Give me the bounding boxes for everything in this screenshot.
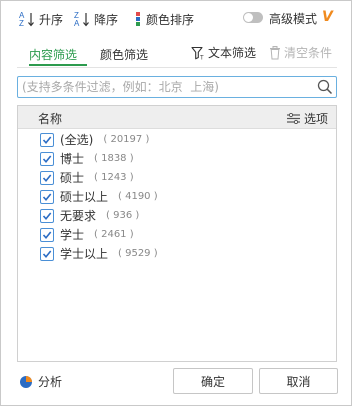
sort-descending-icon: Z A bbox=[74, 11, 89, 27]
svg-text:Z: Z bbox=[19, 19, 24, 27]
list-item-count: ( 1838 ) bbox=[94, 153, 134, 164]
checkbox[interactable] bbox=[40, 170, 54, 185]
checkbox[interactable] bbox=[40, 132, 54, 147]
vip-icon: V bbox=[322, 9, 333, 25]
list-item-label: 硕士以上 bbox=[60, 190, 109, 204]
sort-ascending-icon: A Z bbox=[19, 11, 34, 27]
sort-ascending-label: 升序 bbox=[39, 12, 64, 27]
list-item[interactable]: 学士 ( 2461 ) bbox=[40, 225, 158, 244]
list-item-count: ( 2461 ) bbox=[94, 229, 134, 240]
svg-text:A: A bbox=[74, 19, 80, 27]
list-item-label: 硕士 bbox=[60, 171, 85, 185]
trash-icon bbox=[270, 45, 280, 59]
list-item[interactable]: 硕士 ( 1243 ) bbox=[40, 168, 158, 187]
pie-chart-icon bbox=[20, 375, 32, 388]
list-item-label: (全选) bbox=[60, 133, 94, 147]
list-item-count: ( 4190 ) bbox=[118, 191, 158, 202]
tabs-divider bbox=[17, 67, 337, 68]
checkbox[interactable] bbox=[40, 227, 54, 242]
sort-by-color-label: 颜色排序 bbox=[146, 12, 195, 27]
tab-content-filter[interactable]: 内容筛选 bbox=[29, 46, 77, 63]
tab-color-filter[interactable]: 颜色筛选 bbox=[100, 46, 148, 63]
ok-button[interactable]: 确定 bbox=[173, 368, 253, 394]
list-item[interactable]: 学士以上 ( 9529 ) bbox=[40, 244, 158, 263]
value-list: 名称 选项 (全选)( 20197 ) 博士( 1838 ) 硕士( 1243 ) 硕… bbox=[17, 105, 337, 362]
color-sort-icon bbox=[136, 12, 140, 26]
options-label: 选项 bbox=[303, 112, 328, 126]
checkbox[interactable] bbox=[40, 208, 54, 223]
list-header: 名称 选项 bbox=[18, 106, 336, 129]
column-header-name: 名称 bbox=[38, 112, 63, 126]
list-item-count: ( 9529 ) bbox=[118, 248, 158, 259]
checkbox[interactable] bbox=[40, 246, 54, 261]
checkmark-icon bbox=[42, 192, 52, 201]
advanced-mode-label: 高级模式 bbox=[269, 12, 318, 26]
list-item[interactable]: 博士 ( 1838 ) bbox=[40, 149, 158, 168]
checkbox[interactable] bbox=[40, 151, 54, 166]
list-item[interactable]: 无要求 ( 936 ) bbox=[40, 206, 158, 225]
checkmark-icon bbox=[42, 211, 52, 220]
text-filter-label: 文本筛选 bbox=[208, 46, 257, 60]
list-rows: (全选) ( 20197 ) 博士 ( 1838 ) 硕士 ( 1243 ) 硕士以上 ( 4… bbox=[40, 130, 158, 263]
active-tab-indicator bbox=[29, 64, 87, 66]
list-item-label: 学士以上 bbox=[60, 247, 109, 261]
filter-tabs: 内容筛选 颜色筛选 T 文本筛选 清空条件 bbox=[1, 37, 351, 68]
checkmark-icon bbox=[42, 249, 52, 258]
list-item[interactable]: 硕士以上 ( 4190 ) bbox=[40, 187, 158, 206]
options-list-icon bbox=[286, 113, 300, 124]
filter-panel: A Z 升序 Z A 降序 颜色排序 高级模式 V 内容筛选 颜色筛选 T 文本… bbox=[0, 0, 352, 406]
list-item-count: ( 936 ) bbox=[106, 210, 140, 221]
cancel-button[interactable]: 取消 bbox=[259, 368, 338, 394]
sort-by-color-button[interactable]: 颜色排序 bbox=[134, 10, 194, 28]
list-item-label: 无要求 bbox=[60, 209, 97, 223]
checkmark-icon bbox=[42, 230, 52, 239]
options-button[interactable]: 选项 bbox=[286, 110, 328, 127]
text-filter-button[interactable]: T 文本筛选 bbox=[191, 44, 256, 61]
sort-ascending-button[interactable]: A Z 升序 bbox=[19, 10, 63, 28]
clear-conditions-label: 清空条件 bbox=[284, 46, 333, 60]
svg-text:T: T bbox=[200, 55, 204, 60]
search-input[interactable] bbox=[22, 78, 312, 95]
analysis-button[interactable]: 分析 bbox=[19, 373, 62, 390]
sort-descending-button[interactable]: Z A 降序 bbox=[74, 10, 118, 28]
checkmark-icon bbox=[42, 173, 52, 182]
toggle-knob bbox=[244, 13, 253, 22]
sort-descending-label: 降序 bbox=[94, 12, 119, 27]
checkbox[interactable] bbox=[40, 189, 54, 204]
sort-toolbar: A Z 升序 Z A 降序 颜色排序 高级模式 V bbox=[1, 1, 351, 37]
list-item-select-all[interactable]: (全选) ( 20197 ) bbox=[40, 130, 158, 149]
list-item-label: 博士 bbox=[60, 152, 85, 166]
search-box bbox=[17, 76, 337, 98]
list-item-count: ( 20197 ) bbox=[103, 134, 150, 145]
advanced-mode-toggle[interactable] bbox=[243, 12, 263, 23]
analysis-label: 分析 bbox=[38, 375, 63, 389]
checkmark-icon bbox=[42, 135, 52, 144]
list-item-count: ( 1243 ) bbox=[94, 172, 134, 183]
checkmark-icon bbox=[42, 154, 52, 163]
clear-conditions-button[interactable]: 清空条件 bbox=[269, 44, 332, 61]
list-item-label: 学士 bbox=[60, 228, 85, 242]
search-icon[interactable] bbox=[317, 79, 333, 95]
filter-funnel-icon: T bbox=[191, 46, 204, 60]
